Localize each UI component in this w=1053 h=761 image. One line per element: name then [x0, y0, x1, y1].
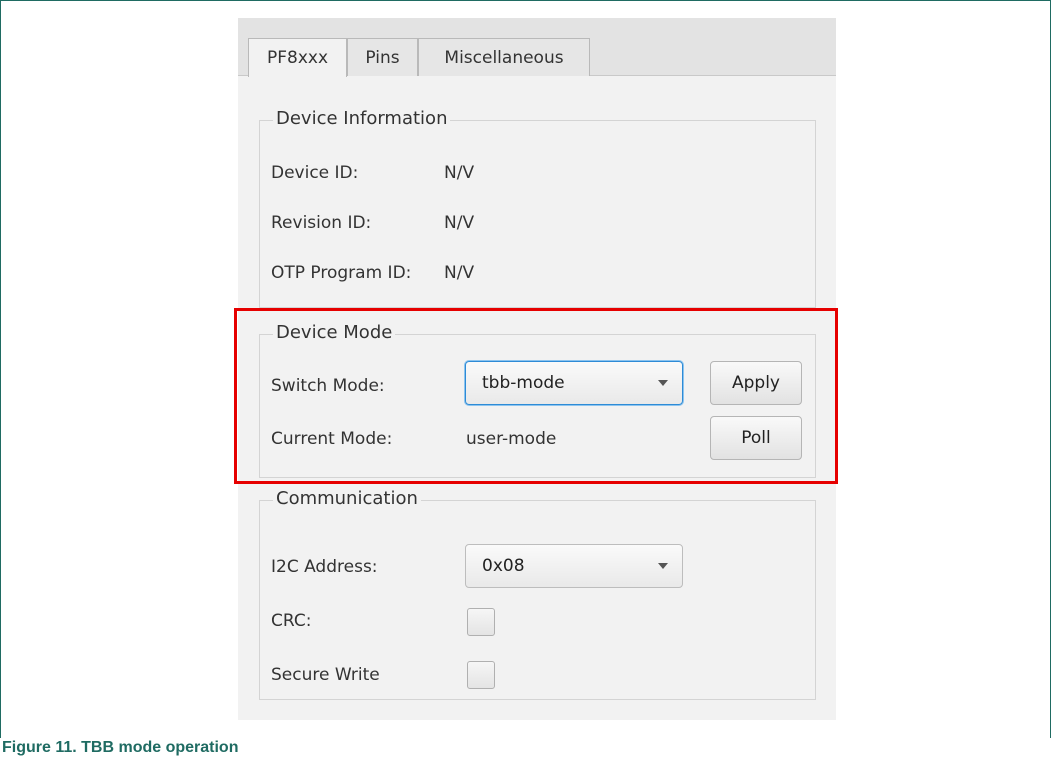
crc-checkbox[interactable] — [467, 608, 495, 636]
revision-id-value: N/V — [444, 213, 475, 233]
device-information-title: Device Information — [273, 108, 451, 130]
highlight-box — [234, 308, 838, 484]
tab-pf8xxx[interactable]: PF8xxx — [248, 38, 347, 77]
crc-label: CRC: — [271, 611, 312, 631]
otp-program-id-label: OTP Program ID: — [271, 263, 412, 283]
device-id-label: Device ID: — [271, 163, 359, 183]
i2c-address-dropdown[interactable]: 0x08 — [465, 544, 683, 588]
secure-write-label: Secure Write — [271, 665, 380, 685]
i2c-address-selected-value: 0x08 — [482, 556, 525, 576]
chevron-down-icon — [658, 563, 668, 569]
secure-write-checkbox[interactable] — [467, 661, 495, 689]
communication-title: Communication — [273, 488, 421, 510]
figure-caption: Figure 11. TBB mode operation — [2, 739, 239, 756]
tab-pins[interactable]: Pins — [347, 38, 418, 76]
i2c-address-label: I2C Address: — [271, 557, 378, 577]
tab-miscellaneous[interactable]: Miscellaneous — [418, 38, 590, 76]
otp-program-id-value: N/V — [444, 263, 475, 283]
tab-strip: PF8xxx Pins Miscellaneous — [238, 18, 836, 77]
revision-id-label: Revision ID: — [271, 213, 372, 233]
device-id-value: N/V — [444, 163, 475, 183]
